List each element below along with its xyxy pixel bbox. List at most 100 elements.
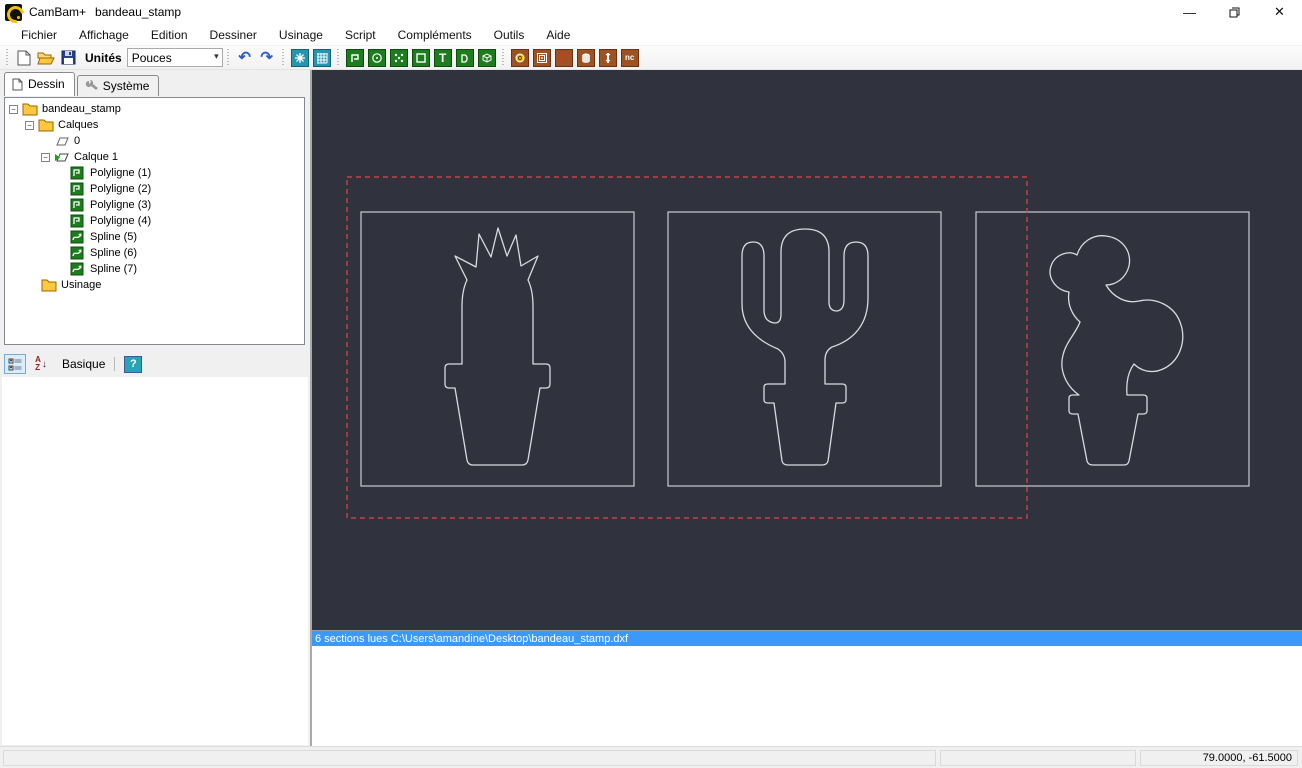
menu-outils[interactable]: Outils <box>483 26 536 44</box>
page-icon <box>12 78 23 90</box>
tree-row-polyligne-3[interactable]: Polyligne (3) <box>5 197 304 213</box>
undo-icon: ↶ <box>238 49 251 66</box>
tree-row-spline-5[interactable]: Spline (5) <box>5 229 304 245</box>
tree-row-calque-1[interactable]: − Calque 1 <box>5 149 304 165</box>
units-label: Unités <box>85 50 122 65</box>
machine-pocket-button[interactable] <box>531 47 553 69</box>
tree-row-spline-7[interactable]: Spline (7) <box>5 261 304 277</box>
redo-icon: ↷ <box>260 49 273 66</box>
machine-engrave-button[interactable] <box>553 47 575 69</box>
message-log-area[interactable] <box>312 646 1302 746</box>
generate-gcode-button[interactable]: nc <box>619 47 641 69</box>
alphabetical-sort-button[interactable]: AZ ↓ <box>30 354 52 374</box>
document-title: bandeau_stamp <box>95 5 182 19</box>
polyline-entity-icon <box>70 166 86 180</box>
draw-circle-button[interactable] <box>366 47 388 69</box>
draw-rectangle-button[interactable] <box>410 47 432 69</box>
spline-entity-icon <box>70 246 86 260</box>
draw-text-button[interactable]: T <box>432 47 454 69</box>
menu-complements[interactable]: Compléments <box>387 26 483 44</box>
layer-icon <box>54 134 70 148</box>
cube-tool-icon <box>477 48 496 67</box>
minimize-button[interactable]: — <box>1167 0 1212 24</box>
separator <box>114 357 116 371</box>
collapse-toggle[interactable]: − <box>25 120 34 130</box>
circle-tool-icon <box>367 48 386 67</box>
redo-button[interactable]: ↷ <box>256 47 278 69</box>
engrave-op-icon <box>554 48 573 67</box>
toolbar-grip <box>280 48 286 67</box>
machine-turn-button[interactable] <box>509 47 531 69</box>
spline-entity-icon <box>70 230 86 244</box>
status-panel-secondary <box>940 749 1136 766</box>
save-button[interactable] <box>57 47 79 69</box>
menu-dessiner[interactable]: Dessiner <box>199 26 268 44</box>
drawing-view <box>346 176 1250 519</box>
open-folder-icon <box>37 52 55 64</box>
menu-aide[interactable]: Aide <box>535 26 581 44</box>
machine-drill-button[interactable] <box>575 47 597 69</box>
arc-tool-icon <box>455 48 474 67</box>
folder-icon <box>22 102 38 116</box>
close-button[interactable]: ✕ <box>1257 0 1302 24</box>
draw-polyline-button[interactable] <box>344 47 366 69</box>
snap-to-grid-button[interactable] <box>289 47 311 69</box>
tree-row-layer-0[interactable]: 0 <box>5 133 304 149</box>
draw-points-button[interactable] <box>388 47 410 69</box>
draw-arc-button[interactable] <box>454 47 476 69</box>
text-tool-icon: T <box>433 48 452 67</box>
tab-dessin[interactable]: Dessin <box>4 72 75 96</box>
gcode-icon: nc <box>620 48 639 67</box>
categorized-view-button[interactable] <box>4 354 26 374</box>
tree-row-calques[interactable]: − Calques <box>5 117 304 133</box>
view-mode-label: Basique <box>62 357 106 371</box>
show-grid-button[interactable] <box>311 47 333 69</box>
polyline-entity-icon <box>70 198 86 212</box>
status-message-bar[interactable]: 6 sections lues C:\Users\amandine\Deskto… <box>312 630 1302 646</box>
stock-box-3 <box>975 211 1250 487</box>
machine-profile-button[interactable] <box>597 47 619 69</box>
status-bar: 79.0000, -61.5000 <box>0 746 1302 768</box>
tree-row-drawing-root[interactable]: − bandeau_stamp <box>5 101 304 117</box>
folder-icon <box>41 278 57 292</box>
draw-surface-button[interactable] <box>476 47 498 69</box>
toolbar-grip <box>500 48 506 67</box>
menu-usinage[interactable]: Usinage <box>268 26 334 44</box>
selection-rectangle <box>346 176 1028 519</box>
tree-label: Polyligne (4) <box>90 215 152 227</box>
app-title: CamBam+ <box>29 5 87 19</box>
tab-systeme-label: Système <box>102 78 150 93</box>
tree-row-usinage[interactable]: Usinage <box>5 277 304 293</box>
cambam-logo-icon <box>5 3 22 21</box>
saguaro-cactus-outline <box>741 228 869 466</box>
restore-button[interactable] <box>1212 0 1257 24</box>
tree-row-polyligne-2[interactable]: Polyligne (2) <box>5 181 304 197</box>
tree-row-polyligne-4[interactable]: Polyligne (4) <box>5 213 304 229</box>
tab-systeme[interactable]: Système <box>76 75 160 96</box>
menu-fichier[interactable]: Fichier <box>10 26 68 44</box>
title-bar: CamBam+ bandeau_stamp — ✕ <box>0 0 1302 24</box>
toolbar-grip <box>225 48 231 67</box>
menu-bar: Fichier Affichage Edition Dessiner Usina… <box>0 24 1302 46</box>
points-tool-icon <box>389 48 408 67</box>
collapse-toggle[interactable]: − <box>41 152 50 162</box>
help-button[interactable]: ? <box>124 355 143 373</box>
tree-row-polyligne-1[interactable]: Polyligne (1) <box>5 165 304 181</box>
tab-dessin-label: Dessin <box>28 77 65 91</box>
open-file-button[interactable] <box>35 47 57 69</box>
wrench-icon <box>85 79 98 90</box>
drawing-canvas[interactable] <box>312 70 1302 630</box>
menu-script[interactable]: Script <box>334 26 387 44</box>
menu-affichage[interactable]: Affichage <box>68 26 140 44</box>
menu-edition[interactable]: Edition <box>140 26 199 44</box>
tree-row-spline-6[interactable]: Spline (6) <box>5 245 304 261</box>
rectangle-tool-icon <box>411 48 430 67</box>
tree-label: 0 <box>74 135 81 147</box>
status-message: 6 sections lues C:\Users\amandine\Deskto… <box>315 632 629 645</box>
panel-tabstrip: Dessin Système <box>0 70 310 96</box>
new-file-button[interactable] <box>13 47 35 69</box>
active-layer-icon <box>54 150 70 164</box>
undo-button[interactable]: ↶ <box>234 47 256 69</box>
collapse-toggle[interactable]: − <box>9 104 18 114</box>
units-select[interactable]: Pouces ▾ <box>126 48 223 67</box>
